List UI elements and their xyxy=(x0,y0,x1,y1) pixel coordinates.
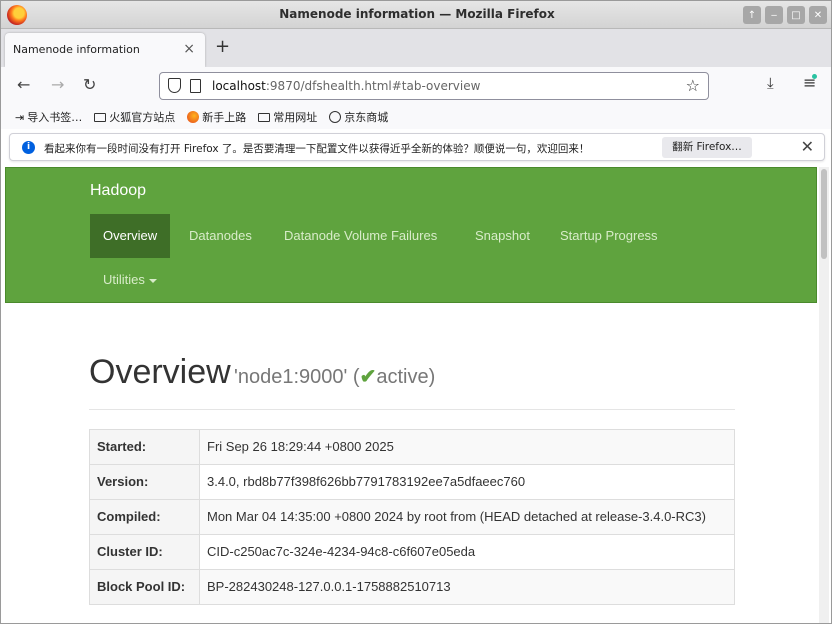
caret-down-icon xyxy=(148,278,157,283)
table-row: Started: Fri Sep 26 18:29:44 +0800 2025 xyxy=(89,429,735,465)
nav-datanodes[interactable]: Datanodes xyxy=(176,214,265,258)
new-tab-icon[interactable]: + xyxy=(215,36,230,57)
globe-icon xyxy=(329,111,342,123)
nav-snapshot[interactable]: Snapshot xyxy=(462,214,543,258)
page-scrollbar[interactable] xyxy=(819,167,829,623)
bookmark-getting-started[interactable]: 新手上路 xyxy=(187,109,246,125)
nav-startup-progress[interactable]: Startup Progress xyxy=(547,214,671,258)
table-row: Cluster ID: CID-c250ac7c-324e-4234-94c8-c… xyxy=(89,534,735,570)
divider xyxy=(89,409,735,410)
bookmark-firefox-site[interactable]: 火狐官方站点 xyxy=(94,109,175,125)
scroll-thumb[interactable] xyxy=(821,169,827,259)
tab-namenode-information[interactable]: Namenode information × xyxy=(5,33,205,67)
maximize-button[interactable]: □ xyxy=(787,6,805,24)
check-icon: ✔ xyxy=(359,366,377,388)
forward-icon[interactable]: → xyxy=(51,75,64,94)
page-info-icon[interactable] xyxy=(190,79,201,93)
update-badge xyxy=(812,74,817,79)
close-window-button[interactable]: ✕ xyxy=(809,6,827,24)
import-icon: ⇥ xyxy=(15,110,25,124)
table-row: Version: 3.4.0, rbd8b77f398f626bb77917831… xyxy=(89,464,735,500)
overview-table: Started: Fri Sep 26 18:29:44 +0800 2025 V… xyxy=(89,429,735,605)
notification-text: 看起来你有一段时间没有打开 Firefox 了。是否要清理一下配置文件以获得近乎… xyxy=(44,143,590,155)
nav-datanode-volume-failures[interactable]: Datanode Volume Failures xyxy=(271,214,450,258)
pin-icon[interactable]: ↑ xyxy=(743,6,761,24)
window-controls: ↑ ‒ □ ✕ xyxy=(743,6,827,24)
hadoop-navbar: Hadoop Overview Datanodes Datanode Volum… xyxy=(5,167,817,303)
table-row: Compiled: Mon Mar 04 14:35:00 +0800 2024 … xyxy=(89,499,735,535)
page-content: Hadoop Overview Datanodes Datanode Volum… xyxy=(5,167,817,623)
folder-icon xyxy=(94,112,107,122)
tab-label: Namenode information xyxy=(13,43,140,56)
title-bar: Namenode information — Mozilla Firefox ↑… xyxy=(1,1,831,29)
tracking-shield-icon[interactable] xyxy=(168,78,181,93)
navigation-toolbar: ← → ↻ localhost:9870/dfshealth.html#tab-… xyxy=(1,67,831,105)
minimize-button[interactable]: ‒ xyxy=(765,6,783,24)
bookmark-import[interactable]: ⇥ 导入书签… xyxy=(15,109,82,125)
folder-icon xyxy=(258,112,271,122)
nav-overview[interactable]: Overview xyxy=(90,214,171,258)
firefox-icon xyxy=(187,111,200,123)
window-title: Namenode information — Mozilla Firefox xyxy=(279,7,555,21)
hadoop-brand[interactable]: Hadoop xyxy=(90,182,146,200)
bookmark-star-icon[interactable]: ☆ xyxy=(686,76,700,95)
nav-utilities-dropdown[interactable]: Utilities xyxy=(90,260,170,300)
refresh-firefox-button[interactable]: 翻新 Firefox… xyxy=(662,137,752,158)
info-icon: i xyxy=(22,141,35,154)
node-address: 'node1:9000' xyxy=(234,366,348,388)
download-icon[interactable]: ⤓ xyxy=(767,74,774,92)
table-row: Block Pool ID: BP-282430248-127.0.0.1-175… xyxy=(89,569,735,605)
refresh-notification-bar: i 看起来你有一段时间没有打开 Firefox 了。是否要清理一下配置文件以获得… xyxy=(9,133,825,161)
status-text: active xyxy=(376,366,429,388)
bookmark-common-sites[interactable]: 常用网址 xyxy=(258,109,317,125)
url-text[interactable]: localhost:9870/dfshealth.html#tab-overvi… xyxy=(212,79,480,93)
reload-icon[interactable]: ↻ xyxy=(83,75,96,94)
tab-bar: Namenode information × + xyxy=(1,29,831,67)
browser-window: Namenode information — Mozilla Firefox ↑… xyxy=(0,0,832,624)
bookmarks-toolbar: ⇥ 导入书签… 火狐官方站点 新手上路 常用网址 京东商城 xyxy=(1,105,831,129)
bookmark-jd[interactable]: 京东商城 xyxy=(329,109,388,125)
page-title: Overview 'node1:9000' (✔active) xyxy=(89,353,436,391)
tab-close-icon[interactable]: × xyxy=(183,41,195,57)
address-bar[interactable]: localhost:9870/dfshealth.html#tab-overvi… xyxy=(159,72,709,100)
back-icon[interactable]: ← xyxy=(17,75,30,94)
close-icon[interactable]: ✕ xyxy=(801,137,814,156)
